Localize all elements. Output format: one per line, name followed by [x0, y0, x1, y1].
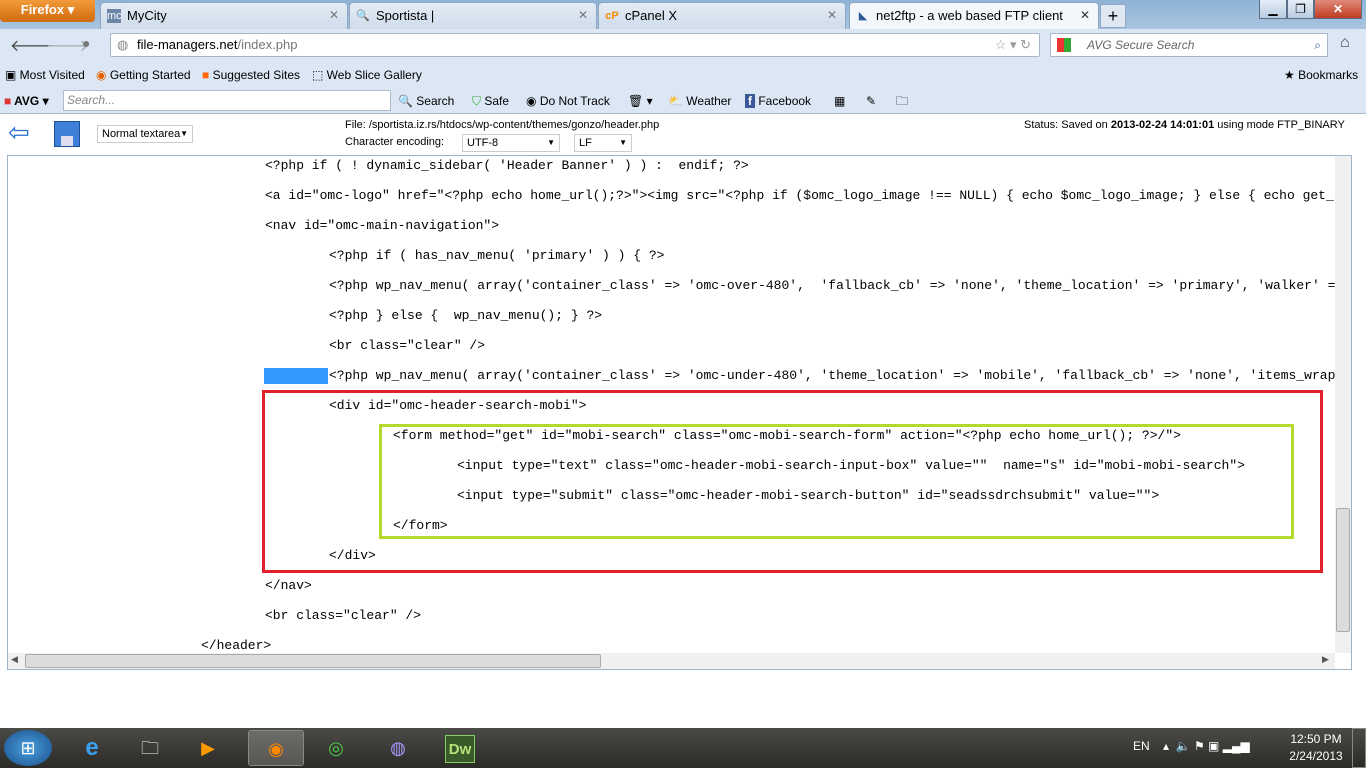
cpanel-icon: cP	[605, 10, 619, 22]
firefox-icon: ◉	[96, 68, 107, 82]
save-icon[interactable]	[54, 121, 80, 147]
shield-icon: ⛉	[472, 94, 482, 108]
mycity-icon: mc	[107, 9, 122, 23]
code-line: <br class="clear" />	[329, 338, 486, 353]
folder-search-icon[interactable]: 🗀	[896, 88, 908, 114]
tab-net2ftp[interactable]: ◣ net2ftp - a web based FTP client ✕	[849, 2, 1099, 29]
vertical-scroll-thumb[interactable]	[1336, 508, 1350, 632]
avg-search-input[interactable]: Search...	[63, 90, 391, 111]
text-selection	[264, 368, 328, 384]
taskbar-firefox[interactable]: ◉	[248, 730, 304, 766]
taskbar-explorer[interactable]: 🗀	[122, 730, 178, 766]
search-icon: 🔍	[356, 10, 370, 22]
scroll-left-icon[interactable]: ◀	[11, 654, 18, 665]
avg-search-icon	[1057, 38, 1071, 52]
new-tab-button[interactable]: +	[1100, 4, 1126, 28]
facebook-icon: f	[745, 94, 755, 108]
trash-icon[interactable]: 🗑 ▾	[628, 88, 653, 114]
close-tab-icon[interactable]: ✕	[827, 3, 837, 28]
code-line: <?php wp_nav_menu( array('container_clas…	[329, 278, 1336, 293]
net2ftp-toolbar: ⇦ Normal textarea ▼ File: /sportista.iz.r…	[0, 115, 1366, 155]
encoding-select[interactable]: UTF-8 ▼	[462, 134, 560, 152]
avg-search-button[interactable]: 🔍 Search	[398, 88, 454, 114]
facebook-button[interactable]: f Facebook	[745, 88, 811, 114]
textarea-mode-select[interactable]: Normal textarea ▼	[97, 125, 193, 143]
save-status: Status: Saved on 2013-02-24 14:01:01 usi…	[1024, 119, 1345, 131]
tab-sportista[interactable]: 🔍 Sportista | ✕	[349, 2, 597, 29]
close-tab-icon[interactable]: ✕	[578, 3, 588, 28]
horizontal-scrollbar[interactable]: ◀ ▶	[8, 653, 1335, 669]
globe-icon: ◍	[117, 37, 129, 52]
bookmark-getting-started[interactable]: ◉ Getting Started	[96, 62, 191, 88]
taskbar-dreamweaver[interactable]: Dw	[432, 730, 488, 766]
language-indicator[interactable]: EN	[1133, 739, 1150, 753]
clock-date[interactable]: 2/24/2013	[1288, 749, 1344, 763]
web-search-input[interactable]: AVG Secure Search ⌕	[1050, 33, 1328, 57]
encoding-label: Character encoding:	[345, 136, 445, 148]
code-line: <?php if ( ! dynamic_sidebar( 'Header Ba…	[265, 158, 749, 173]
bookmark-suggested-sites[interactable]: ■ Suggested Sites	[202, 62, 300, 88]
code-line: <?php if ( has_nav_menu( 'primary' ) ) {…	[329, 248, 665, 263]
show-desktop-button[interactable]	[1352, 728, 1366, 768]
back-arrow-icon[interactable]: ⇦	[8, 119, 30, 145]
code-line: <a id="omc-logo" href="<?php echo home_u…	[265, 188, 1336, 203]
bookmarks-toolbar: ▣ Most Visited ◉ Getting Started ■ Sugge…	[0, 62, 1366, 88]
do-not-track-button[interactable]: ◉ Do Not Track	[526, 88, 610, 114]
notepad-icon[interactable]: ✎	[866, 88, 876, 114]
taskbar-bittorrent[interactable]: ◍	[370, 730, 426, 766]
tab-cpanel[interactable]: cP cPanel X ✕	[598, 2, 846, 29]
horizontal-scroll-thumb[interactable]	[25, 654, 601, 668]
net2ftp-icon: ◣	[858, 10, 868, 22]
code-line: <br class="clear" />	[265, 608, 422, 623]
safe-button[interactable]: ⛉ Safe	[472, 88, 509, 114]
star-reload-icons[interactable]: ☆ ▾ ↻	[995, 34, 1031, 56]
taskbar-media-player[interactable]: ▶	[180, 730, 236, 766]
restore-button[interactable]: ❐	[1287, 0, 1314, 19]
code-line: <?php wp_nav_menu( array('container_clas…	[329, 368, 1336, 383]
taskbar-ie[interactable]: e	[64, 730, 120, 766]
vertical-scrollbar[interactable]	[1335, 156, 1351, 653]
suggested-sites-icon: ■	[202, 68, 210, 82]
code-line: <?php } else { wp_nav_menu(); } ?>	[329, 308, 603, 323]
tab-mycity[interactable]: mc MyCity ✕	[100, 2, 348, 29]
firefox-menu-button[interactable]: Firefox ▾	[0, 0, 95, 22]
scroll-right-icon[interactable]: ▶	[1322, 654, 1329, 665]
code-line: </header>	[201, 638, 272, 653]
line-ending-select[interactable]: LF ▼	[574, 134, 632, 152]
close-window-button[interactable]: ✕	[1314, 0, 1362, 19]
close-tab-icon[interactable]: ✕	[1080, 3, 1090, 28]
file-path: File: /sportista.iz.rs/htdocs/wp-content…	[345, 119, 660, 131]
taskbar-chrome[interactable]: ◎	[308, 730, 364, 766]
floppy-label	[61, 136, 73, 146]
identity-icon[interactable]: ●	[82, 35, 90, 51]
code-line: <nav id="omc-main-navigation">	[265, 218, 500, 233]
minimize-button[interactable]: ▁	[1259, 0, 1287, 19]
clock-time[interactable]: 12:50 PM	[1290, 732, 1342, 746]
bookmark-web-slice-gallery[interactable]: ⬚ Web Slice Gallery	[312, 62, 422, 88]
start-button[interactable]: ⊞	[4, 730, 52, 766]
bookmarks-menu[interactable]: ★ Bookmarks	[1284, 62, 1358, 88]
green-highlight-box	[379, 424, 1294, 539]
avg-logo[interactable]: ■ AVG ▾	[4, 88, 49, 114]
close-tab-icon[interactable]: ✕	[329, 3, 339, 28]
url-bar[interactable]: ◍ file-managers.net/index.php ☆ ▾ ↻	[110, 33, 1040, 57]
magnifier-icon[interactable]: ⌕	[1314, 34, 1321, 56]
home-icon[interactable]: ⌂	[1340, 34, 1350, 52]
weather-button[interactable]: ⛅ Weather	[668, 88, 731, 114]
code-line: </nav>	[265, 578, 312, 593]
tray-icons[interactable]: ▴ 🔈 ⚑ ▣ ▂▄▆	[1163, 739, 1250, 753]
avg-icon: ■	[4, 94, 12, 108]
calculator-icon[interactable]: ▦	[834, 88, 845, 114]
bookmark-most-visited[interactable]: ▣ Most Visited	[5, 62, 85, 88]
windows-taskbar: ⊞ e 🗀 ▶ ◉ ◎ ◍ Dw EN ▴ 🔈 ⚑ ▣ ▂▄▆ 12:50 PM…	[0, 728, 1366, 768]
